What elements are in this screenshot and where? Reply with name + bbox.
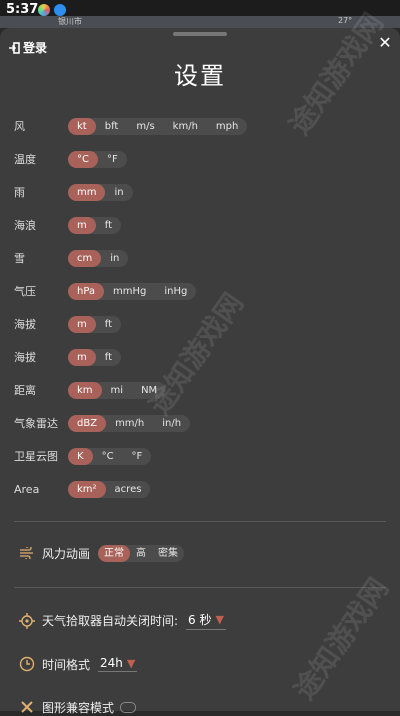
unit-row: 风 kt bft m/s km/h mph	[14, 116, 248, 136]
divider	[14, 587, 386, 588]
unit-option[interactable]: mph	[207, 118, 247, 135]
unit-option[interactable]: bft	[96, 118, 128, 135]
unit-option[interactable]: mmHg	[104, 283, 155, 300]
divider	[14, 521, 386, 522]
unit-option[interactable]: m	[68, 348, 96, 366]
unit-option[interactable]: hPa	[68, 282, 105, 300]
unit-row: Area km² acres	[14, 479, 151, 499]
unit-selector: m ft	[68, 315, 122, 333]
watermark: 途知游戏网	[287, 572, 395, 706]
unit-row-label: 气压	[14, 285, 36, 298]
status-bar: 5:37 银川市 27°	[0, 0, 400, 28]
unit-option[interactable]: ft	[96, 316, 121, 333]
unit-option[interactable]: km/h	[164, 118, 207, 135]
unit-row-label: 雪	[14, 252, 25, 265]
unit-option[interactable]: cm	[68, 249, 102, 267]
time-format-setting: 时间格式 24h ▼	[18, 655, 138, 673]
graphics-compat-label: 图形兼容模式	[42, 700, 115, 715]
unit-option[interactable]: mi	[102, 382, 133, 399]
map-preview-strip: 银川市 27°	[0, 16, 400, 28]
unit-selector: m ft	[68, 348, 122, 366]
unit-row: 海浪 m ft	[14, 215, 122, 235]
unit-row-label: 距离	[14, 384, 36, 397]
picker-close-value: 6 秒	[188, 613, 212, 627]
crosshair-icon	[18, 612, 36, 630]
unit-selector: K °C °F	[68, 447, 152, 465]
picker-close-label: 天气拾取器自动关闭时间:	[42, 614, 179, 628]
unit-option[interactable]: acres	[106, 481, 151, 498]
wind-animation-selector: 正常高密集	[98, 544, 185, 562]
login-button[interactable]: 登录	[8, 39, 47, 56]
unit-option[interactable]: m	[68, 216, 96, 234]
unit-row: 气压 hPa mmHg inHg	[14, 281, 197, 301]
unit-row: 卫星云图 K °C °F	[14, 446, 152, 466]
time-format-value: 24h	[100, 656, 123, 670]
unit-option[interactable]: inHg	[155, 283, 196, 300]
unit-row: 海拔 m ft	[14, 314, 122, 334]
wind-animation-option[interactable]: 高	[130, 545, 152, 562]
unit-row: 雪 cm in	[14, 248, 129, 268]
unit-option[interactable]: °C	[93, 448, 123, 465]
unit-option[interactable]: mm	[68, 183, 106, 201]
unit-row-label: 风	[14, 120, 25, 133]
unit-option[interactable]: km	[68, 381, 102, 399]
unit-row-label: 卫星云图	[14, 450, 58, 463]
unit-option[interactable]: K	[68, 447, 93, 465]
unit-selector: cm in	[68, 249, 129, 267]
unit-selector: km² acres	[68, 480, 151, 498]
unit-selector: m ft	[68, 216, 122, 234]
status-time: 5:37	[6, 2, 39, 17]
drag-handle[interactable]	[173, 32, 227, 36]
chevron-down-icon: ▼	[126, 656, 136, 670]
settings-sheet: 登录 ✕ 设置 风 kt bft m/s km/h mph 温度 °C °F 雨 mm in 海浪 m ft…	[0, 7, 400, 715]
unit-option[interactable]: km²	[68, 480, 106, 498]
wind-animation-option[interactable]: 正常	[98, 544, 131, 562]
unit-row: 海拔 m ft	[14, 347, 122, 367]
map-city-label: 银川市	[58, 17, 82, 26]
unit-option[interactable]: m/s	[127, 118, 163, 135]
unit-option[interactable]: °C	[68, 150, 98, 168]
unit-selector: kt bft m/s km/h mph	[68, 117, 248, 135]
time-format-label: 时间格式	[42, 657, 91, 672]
unit-row-label: 温度	[14, 153, 36, 166]
login-icon	[9, 41, 20, 54]
clock-icon	[18, 655, 36, 673]
unit-option[interactable]: ft	[96, 349, 121, 366]
unit-option[interactable]: in	[101, 250, 128, 267]
picker-close-dropdown[interactable]: 6 秒 ▼	[186, 611, 226, 630]
unit-option[interactable]: ft	[96, 217, 121, 234]
unit-row-label: 雨	[14, 186, 25, 199]
wind-animation-option[interactable]: 密集	[152, 545, 184, 562]
unit-row-label: 气象雷达	[14, 417, 58, 430]
unit-option[interactable]: °F	[98, 151, 127, 168]
unit-selector: °C °F	[68, 150, 127, 168]
unit-option[interactable]: mm/h	[106, 415, 153, 432]
chevron-down-icon: ▼	[215, 613, 224, 626]
unit-option[interactable]: m	[68, 315, 96, 333]
app-icon-browser	[54, 4, 66, 16]
unit-row: 温度 °C °F	[14, 149, 127, 169]
time-format-dropdown[interactable]: 24h ▼	[98, 656, 138, 672]
wind-animation-label: 风力动画	[42, 546, 91, 561]
unit-option[interactable]: in	[105, 184, 132, 201]
unit-row-label: 海拔	[14, 351, 36, 364]
tools-icon	[18, 698, 36, 716]
unit-row: 雨 mm in	[14, 182, 133, 202]
watermark: 途知游戏网	[142, 287, 250, 421]
picker-close-setting: 天气拾取器自动关闭时间: 6 秒 ▼	[18, 611, 226, 630]
unit-selector: hPa mmHg inHg	[68, 282, 197, 300]
wind-animation-setting: 风力动画 正常高密集	[18, 544, 185, 562]
unit-option[interactable]: °F	[123, 448, 152, 465]
unit-option[interactable]: dBZ	[68, 414, 107, 432]
login-label: 登录	[23, 41, 48, 55]
unit-selector: mm in	[68, 183, 133, 201]
unit-row-label: 海拔	[14, 318, 36, 331]
unit-option[interactable]: kt	[68, 117, 96, 135]
wind-icon	[18, 544, 36, 562]
app-icon-gallery	[38, 4, 50, 16]
graphics-compat-setting: 图形兼容模式	[18, 698, 137, 716]
unit-row-label: Area	[14, 482, 40, 496]
unit-row-label: 海浪	[14, 219, 36, 232]
